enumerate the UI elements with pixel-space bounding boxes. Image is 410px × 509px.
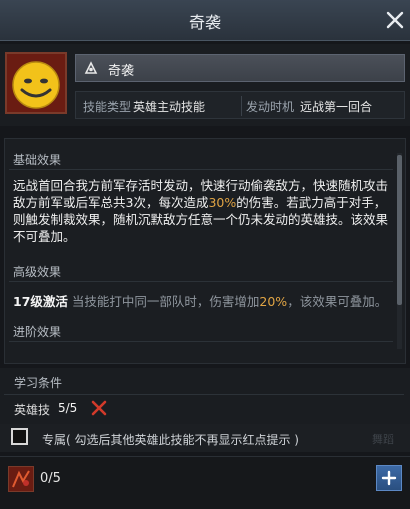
skill-meta: 技能类型 英雄主动技能 发动时机 远战第一回合 bbox=[75, 91, 405, 119]
advanced-level: 17级激活 bbox=[13, 294, 68, 309]
progression-effect-title: 进阶效果 bbox=[13, 325, 62, 339]
section-divider bbox=[4, 394, 404, 395]
hero-portrait bbox=[5, 52, 67, 114]
exclusive-row[interactable]: 专属( 勾选后其他英雄此技能不再显示红点提示 ) 舞蹈 bbox=[0, 424, 410, 452]
skill-type-icon bbox=[84, 61, 98, 74]
skill-header: 奇袭 技能类型 英雄主动技能 发动时机 远战第一回合 bbox=[0, 44, 410, 126]
cross-mark-icon bbox=[91, 400, 107, 416]
requirement-count: 5/5 bbox=[58, 401, 78, 415]
learn-conditions: 学习条件 英雄技 5/5 bbox=[0, 368, 410, 424]
basic-effect-title: 基础效果 bbox=[13, 153, 62, 167]
exclusive-label: 专属( 勾选后其他英雄此技能不再显示红点提示 ) bbox=[42, 433, 299, 447]
window-title: 奇袭 bbox=[188, 13, 221, 32]
section-divider bbox=[9, 169, 393, 170]
close-icon bbox=[386, 11, 404, 29]
scrollbar[interactable] bbox=[397, 153, 402, 349]
skill-type-value: 英雄主动技能 bbox=[133, 100, 206, 114]
plus-icon bbox=[381, 470, 397, 486]
requirement-label: 英雄技 bbox=[14, 403, 51, 417]
advanced-text-a: 当技能打中同一部队时，伤害增加 bbox=[71, 294, 260, 309]
title-bar: 奇袭 bbox=[0, 0, 410, 41]
advanced-effect-text: 17级激活 当技能打中同一部队时，伤害增加20%，该效果可叠加。 bbox=[13, 291, 387, 310]
add-button[interactable] bbox=[376, 465, 402, 491]
slot-count: 0/5 bbox=[40, 471, 61, 486]
trigger-timing-value: 远战第一回合 bbox=[300, 100, 373, 114]
smiley-face-icon bbox=[7, 54, 65, 112]
section-divider bbox=[9, 341, 393, 342]
ghost-text: 舞蹈 bbox=[372, 433, 394, 446]
close-button[interactable] bbox=[380, 5, 410, 35]
effects-panel[interactable]: 基础效果 远战首回合我方前军存活时发动，快速行动偷袭敌方，快速随机攻击敌方前军或… bbox=[4, 138, 406, 364]
trigger-timing-label: 发动时机 bbox=[246, 100, 295, 114]
scroll-thumb[interactable] bbox=[397, 155, 402, 305]
advanced-text-b: ，该效果可叠加。 bbox=[287, 294, 388, 309]
basic-damage-highlight: 30% bbox=[208, 195, 237, 210]
meta-divider bbox=[241, 96, 242, 116]
advanced-damage-highlight: 20% bbox=[259, 294, 288, 309]
footer-bar: 0/5 bbox=[0, 456, 410, 509]
skill-name: 奇袭 bbox=[108, 64, 135, 79]
section-divider bbox=[9, 281, 393, 282]
skill-name-bar: 奇袭 bbox=[75, 54, 405, 82]
skill-slot-icon[interactable] bbox=[8, 466, 34, 492]
skill-type-label: 技能类型 bbox=[83, 100, 132, 114]
learn-title: 学习条件 bbox=[14, 376, 63, 390]
advanced-effect-title: 高级效果 bbox=[13, 265, 62, 279]
hero-thumbnail-icon bbox=[9, 467, 33, 491]
basic-effect-text: 远战首回合我方前军存活时发动，快速行动偷袭敌方，快速随机攻击敌方前军或后军总共3… bbox=[13, 177, 393, 245]
exclusive-checkbox[interactable] bbox=[11, 428, 28, 445]
